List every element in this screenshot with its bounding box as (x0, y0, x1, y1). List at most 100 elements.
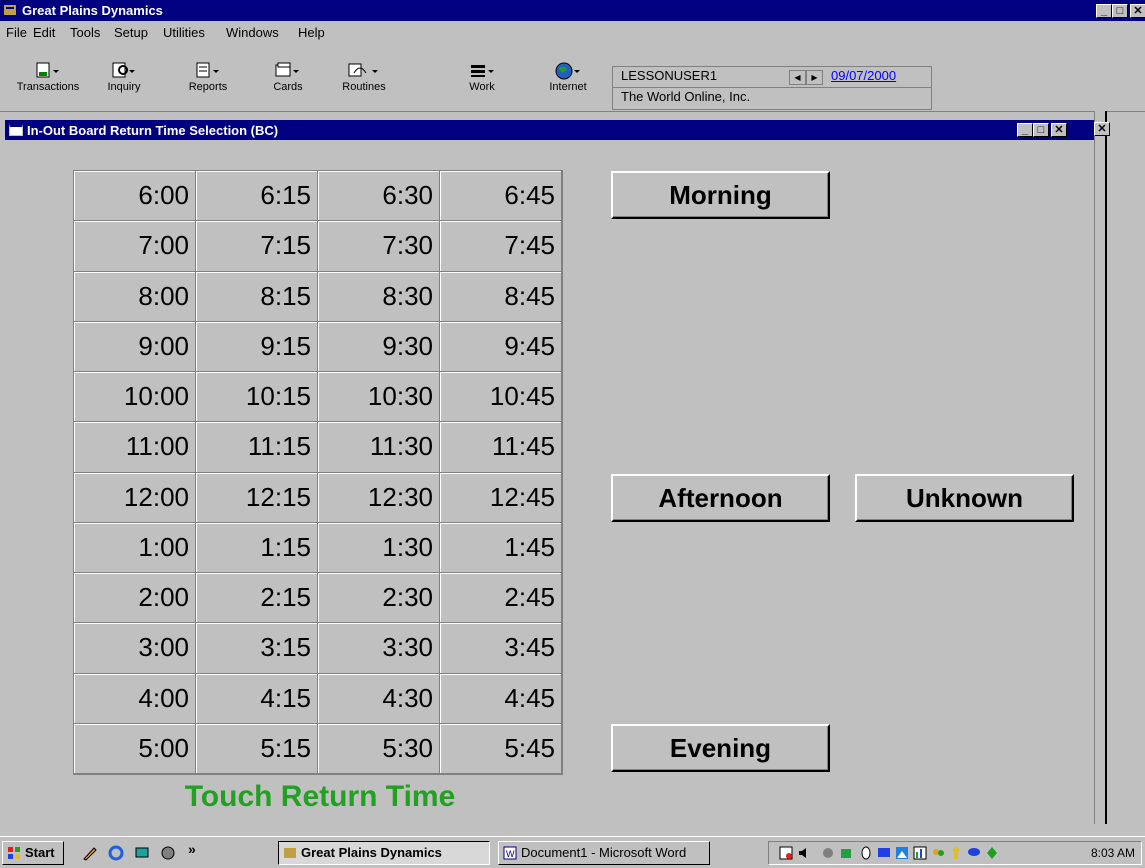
tray-people-icon[interactable] (931, 846, 945, 860)
channels-icon[interactable] (160, 845, 176, 861)
time-cell[interactable]: 9:30 (318, 321, 440, 372)
next-date-arrow-icon[interactable]: ▶ (806, 70, 823, 85)
time-cell[interactable]: 3:45 (440, 623, 562, 674)
time-cell[interactable]: 3:00 (74, 623, 196, 674)
maximize-button[interactable]: □ (1112, 4, 1128, 18)
time-cell[interactable]: 8:00 (74, 271, 196, 322)
time-cell[interactable]: 3:30 (318, 623, 440, 674)
quicklaunch-chevron[interactable]: » (188, 841, 196, 857)
time-cell[interactable]: 4:45 (440, 673, 562, 724)
time-cell[interactable]: 9:15 (196, 321, 318, 372)
time-cell[interactable]: 8:30 (318, 271, 440, 322)
outer-close-button[interactable]: ✕ (1094, 122, 1110, 136)
menu-utilities[interactable]: Utilities (163, 25, 205, 40)
tray-network-icon[interactable] (821, 846, 835, 860)
menu-setup[interactable]: Setup (114, 25, 148, 40)
time-cell[interactable]: 4:30 (318, 673, 440, 724)
time-cell[interactable]: 12:00 (74, 472, 196, 523)
window-maximize-button[interactable]: □ (1033, 123, 1049, 137)
tray-image-icon[interactable] (895, 846, 909, 860)
tray-chat-icon[interactable] (967, 846, 981, 860)
time-cell[interactable]: 4:15 (196, 673, 318, 724)
tray-hand-icon[interactable] (839, 846, 853, 860)
tray-app-icon[interactable] (779, 846, 793, 860)
taskbar-task-great-plains[interactable]: Great Plains Dynamics (278, 841, 490, 865)
time-cell[interactable]: 7:30 (318, 221, 440, 272)
app-title: Great Plains Dynamics (22, 3, 163, 18)
menu-edit[interactable]: Edit (33, 25, 55, 40)
time-cell[interactable]: 12:30 (318, 472, 440, 523)
close-button[interactable]: ✕ (1130, 4, 1145, 18)
start-label: Start (25, 845, 55, 860)
previous-date-arrow-icon[interactable]: ◀ (789, 70, 806, 85)
window-minimize-button[interactable]: _ (1017, 123, 1033, 137)
menu-file[interactable]: File (6, 25, 27, 40)
morning-button[interactable]: Morning (611, 171, 830, 219)
time-cell[interactable]: 2:00 (74, 573, 196, 624)
time-cell[interactable]: 5:15 (196, 723, 318, 774)
time-cell[interactable]: 1:15 (196, 522, 318, 573)
time-cell[interactable]: 6:00 (74, 171, 196, 222)
inquiry-button[interactable]: Inquiry (86, 59, 162, 105)
time-cell[interactable]: 11:45 (440, 422, 562, 473)
internet-explorer-icon[interactable] (108, 845, 124, 861)
tray-mouse-icon[interactable] (859, 846, 873, 860)
time-cell[interactable]: 1:45 (440, 522, 562, 573)
time-cell[interactable]: 6:45 (440, 171, 562, 222)
taskbar-task-word[interactable]: W Document1 - Microsoft Word (498, 841, 710, 865)
window-close-button[interactable]: ✕ (1051, 123, 1067, 137)
edit-pencil-icon[interactable] (82, 845, 98, 861)
time-cell[interactable]: 6:15 (196, 171, 318, 222)
time-cell[interactable]: 10:00 (74, 372, 196, 423)
time-cell[interactable]: 9:45 (440, 321, 562, 372)
reports-button[interactable]: Reports (170, 59, 246, 105)
menu-tools[interactable]: Tools (70, 25, 100, 40)
time-cell[interactable]: 6:30 (318, 171, 440, 222)
desktop-icon[interactable] (134, 845, 150, 861)
user-date-link[interactable]: 09/07/2000 (831, 68, 896, 83)
menu-windows[interactable]: Windows (226, 25, 279, 40)
minimize-button[interactable]: _ (1096, 4, 1112, 18)
time-cell[interactable]: 9:00 (74, 321, 196, 372)
time-cell[interactable]: 2:45 (440, 573, 562, 624)
menu-help[interactable]: Help (298, 25, 325, 40)
time-cell[interactable]: 2:30 (318, 573, 440, 624)
time-cell[interactable]: 12:15 (196, 472, 318, 523)
app-title-bar[interactable]: Great Plains Dynamics _ □ ✕ (0, 0, 1145, 21)
time-cell[interactable]: 7:45 (440, 221, 562, 272)
time-cell[interactable]: 11:30 (318, 422, 440, 473)
unknown-button[interactable]: Unknown (855, 474, 1074, 522)
time-cell[interactable]: 1:30 (318, 522, 440, 573)
time-cell[interactable]: 5:30 (318, 723, 440, 774)
evening-button[interactable]: Evening (611, 724, 830, 772)
cards-button[interactable]: Cards (250, 59, 326, 105)
transactions-button[interactable]: Transactions (10, 59, 86, 105)
time-cell[interactable]: 8:15 (196, 271, 318, 322)
tray-leaf-icon[interactable] (985, 846, 999, 860)
internet-button[interactable]: Internet (530, 59, 606, 105)
tray-figure-icon[interactable] (949, 846, 963, 860)
tray-chart-icon[interactable] (913, 846, 927, 860)
work-button[interactable]: Work (444, 59, 520, 105)
time-cell[interactable]: 2:15 (196, 573, 318, 624)
time-cell[interactable]: 12:45 (440, 472, 562, 523)
time-cell[interactable]: 1:00 (74, 522, 196, 573)
time-cell[interactable]: 7:00 (74, 221, 196, 272)
routines-button[interactable]: Routines (326, 59, 402, 105)
time-cell[interactable]: 10:15 (196, 372, 318, 423)
window-title-bar[interactable]: In-Out Board Return Time Selection (BC) … (5, 120, 1094, 140)
time-cell[interactable]: 5:45 (440, 723, 562, 774)
time-cell[interactable]: 10:30 (318, 372, 440, 423)
tray-monitor-icon[interactable] (877, 846, 891, 860)
time-cell[interactable]: 3:15 (196, 623, 318, 674)
start-button[interactable]: Start (2, 841, 64, 865)
time-cell[interactable]: 10:45 (440, 372, 562, 423)
time-cell[interactable]: 8:45 (440, 271, 562, 322)
time-cell[interactable]: 5:00 (74, 723, 196, 774)
time-cell[interactable]: 7:15 (196, 221, 318, 272)
volume-icon[interactable] (797, 846, 811, 860)
time-cell[interactable]: 11:00 (74, 422, 196, 473)
time-cell[interactable]: 11:15 (196, 422, 318, 473)
afternoon-button[interactable]: Afternoon (611, 474, 830, 522)
time-cell[interactable]: 4:00 (74, 673, 196, 724)
